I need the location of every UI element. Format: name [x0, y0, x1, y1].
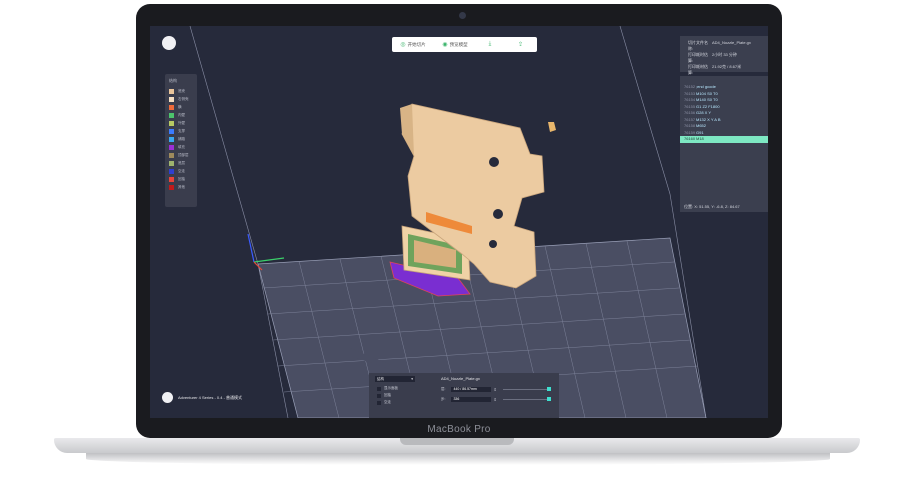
view-mode-select[interactable]: 结构 ▾ — [375, 376, 415, 382]
file-name: AD4_Nozzle_Plate.gx — [441, 376, 480, 381]
layer-input[interactable]: 440 / 86.57mm — [451, 387, 492, 392]
gcode-line-selected[interactable]: 76160 M18 — [680, 136, 768, 143]
laptop-base-edge — [86, 453, 830, 465]
print-button[interactable]: ⇪ — [506, 37, 537, 52]
legend-item: 空走 — [169, 167, 197, 175]
step-slider[interactable] — [502, 397, 551, 401]
download-icon: ⤓ — [488, 41, 492, 47]
position-readout: 位置: X: 51.55, Y: -6.8, Z: 84.67 — [684, 204, 740, 209]
layer-control-panel: 结构 ▾ 显示面板 回抽 空走 AD4_Nozzle_Plate.gx 层: 440… — [369, 373, 559, 418]
option-checkbox[interactable]: 回抽 — [377, 393, 391, 398]
legend-item: 顶部层 — [169, 151, 197, 159]
legend-item: 填充 — [169, 143, 197, 151]
preview-icon: ◉ — [442, 42, 448, 48]
download-button[interactable]: ⤓ — [476, 37, 506, 52]
build-plate-viewport[interactable] — [150, 26, 768, 418]
info-row: 切片文件名称: AD4_Nozzle_Plate.gx — [688, 40, 751, 51]
spinner-icon[interactable]: ⇕ — [493, 387, 496, 392]
laptop-notch — [400, 438, 514, 445]
layer-slider[interactable] — [502, 387, 551, 391]
slice-button[interactable]: ◎ 开始切片 — [392, 37, 434, 52]
legend-item: 内壁 — [169, 111, 197, 119]
legend-item: 支撑 — [169, 127, 197, 135]
legend-item: 底层 — [169, 159, 197, 167]
legend-item: 回抽 — [169, 175, 197, 183]
step-input[interactable]: 336 — [451, 397, 492, 402]
legend-item: 底壳 — [169, 87, 197, 95]
gcode-panel[interactable]: 76152 ;end gcode 76153 M104 S0 T0 76154 M14… — [680, 76, 768, 212]
legend-item: 外壁 — [169, 119, 197, 127]
camera-icon — [459, 12, 466, 19]
flashforge-logo-icon — [162, 392, 173, 403]
preview-button[interactable]: ◉ 预览模型 — [434, 37, 476, 52]
slice-info-panel: 切片文件名称: AD4_Nozzle_Plate.gx 打印耗时估算: 2小时 33… — [680, 36, 768, 75]
print-icon: ⇪ — [517, 42, 524, 48]
structure-legend: 结构 底壳 右侧壳 横 内壁 外壁 支撑 铺路 填充 顶部层 底层 空走 回抽 … — [165, 74, 197, 207]
info-row: 打印耗时估算: 2小时 33 分钟 — [688, 52, 737, 63]
legend-item: 右侧壳 — [169, 95, 197, 103]
status-bar: Adventurer 4 Series - 0.4 - 普通模式 — [162, 392, 242, 403]
app-screen: ◎ 开始切片 ◉ 预览模型 ⤓ ⇪ 结构 底壳 右侧壳 横 内壁 外壁 支撑 铺路 … — [150, 26, 768, 418]
legend-item: 铺路 — [169, 135, 197, 143]
option-checkbox[interactable]: 空走 — [377, 400, 391, 405]
app-logo-icon[interactable] — [162, 36, 176, 50]
option-checkbox[interactable]: 显示面板 — [377, 386, 398, 391]
top-toolbar: ◎ 开始切片 ◉ 预览模型 ⤓ ⇪ — [392, 37, 537, 52]
legend-item: 横 — [169, 103, 197, 111]
step-row: 步: 336 ⇕ — [441, 397, 551, 402]
chevron-down-icon: ▾ — [411, 377, 413, 381]
brand-label: MacBook Pro — [427, 424, 491, 435]
legend-item: 其他 — [169, 183, 197, 191]
layer-row: 层: 440 / 86.57mm ⇕ — [441, 387, 551, 392]
info-row: 打印耗材估算: 21.92克 / 8.67米 — [688, 64, 742, 75]
legend-title: 结构 — [169, 78, 177, 83]
slice-icon: ◎ — [400, 42, 406, 48]
spinner-icon[interactable]: ⇕ — [493, 397, 496, 402]
